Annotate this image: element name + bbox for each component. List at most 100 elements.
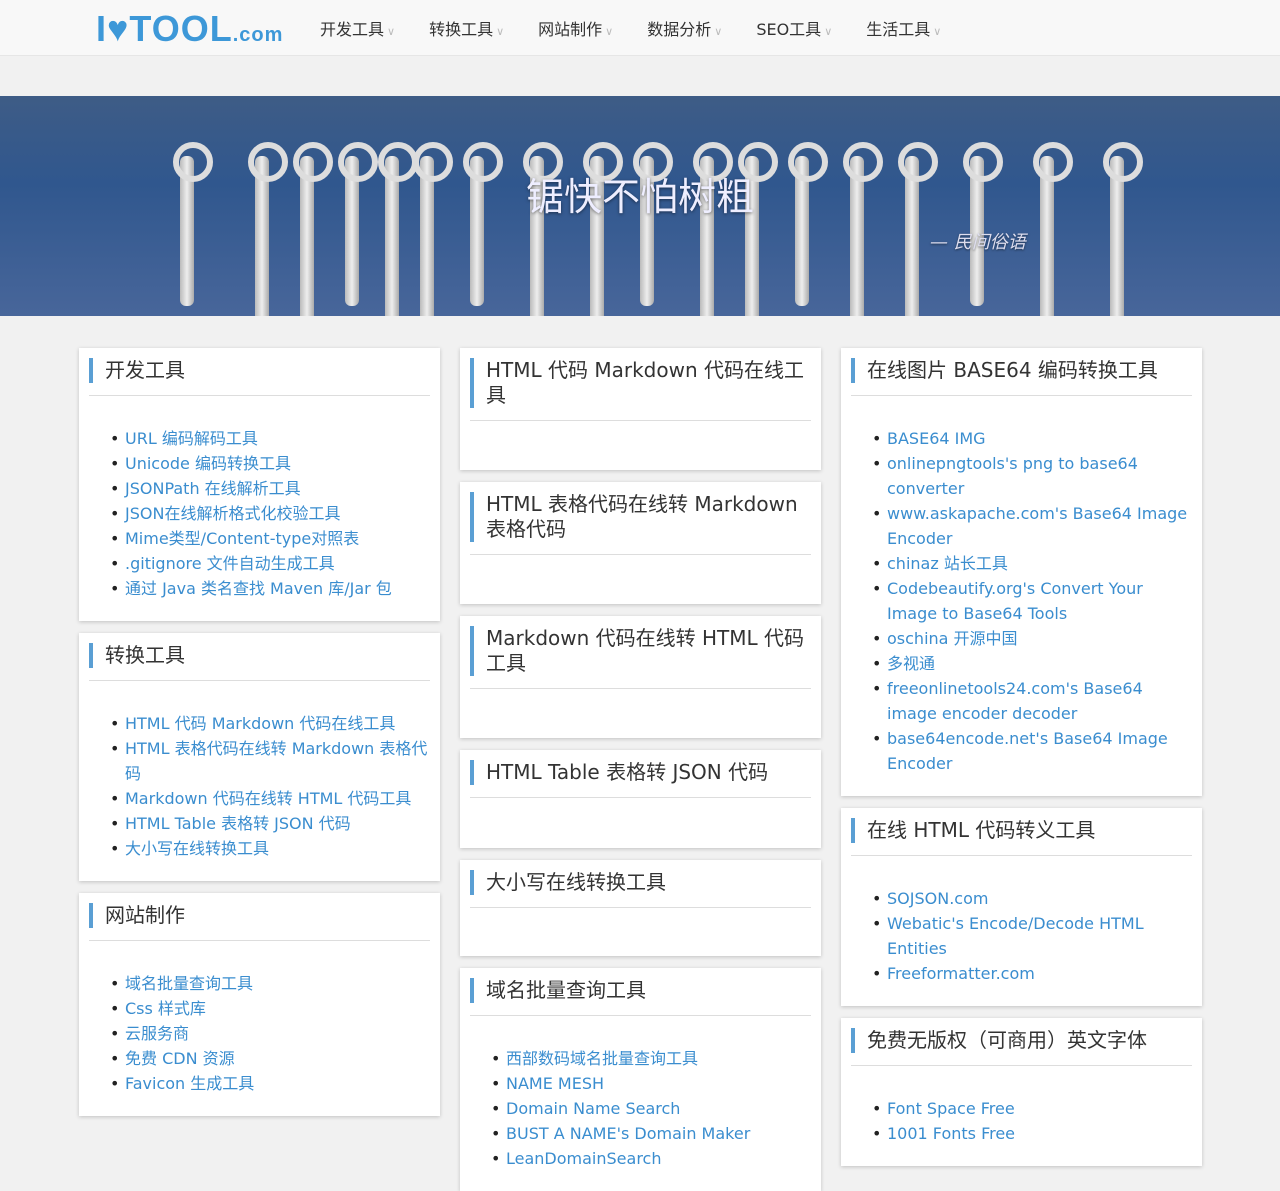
tool-link[interactable]: HTML 表格代码在线转 Markdown 表格代码 [110, 736, 430, 786]
card-title: 在线 HTML 代码转义工具 [851, 818, 1192, 843]
nav-item[interactable]: 生活工具 ∨ [866, 16, 941, 40]
tool-link[interactable]: Css 样式库 [110, 996, 430, 1021]
chevron-down-icon: ∨ [714, 25, 723, 38]
tool-link[interactable]: 1001 Fonts Free [872, 1121, 1192, 1146]
tool-link[interactable]: 通过 Java 类名查找 Maven 库/Jar 包 [110, 576, 430, 601]
tool-link[interactable]: oschina 开源中国 [872, 626, 1192, 651]
card-title: 大小写在线转换工具 [470, 870, 811, 895]
divider [89, 940, 430, 941]
top-header: I♥TOOL.com 开发工具 ∨ 转换工具 ∨ 网站制作 ∨ 数据分析 ∨ SEO工具 ∨ 生活工… [0, 0, 1280, 56]
divider [470, 554, 811, 555]
card-title: HTML 代码 Markdown 代码在线工具 [470, 358, 811, 408]
tool-link[interactable]: 云服务商 [110, 1021, 430, 1046]
tool-link[interactable]: HTML Table 表格转 JSON 代码 [110, 811, 430, 836]
column: 在线图片 BASE64 编码转换工具 BASE64 IMGonlinepngtoo… [841, 348, 1202, 1191]
tool-link[interactable]: Markdown 代码在线转 HTML 代码工具 [110, 786, 430, 811]
divider [851, 855, 1192, 856]
tool-card: 转换工具 HTML 代码 Markdown 代码在线工具HTML 表格代码在线转 … [79, 633, 440, 881]
tool-card: 免费无版权（可商用）英文字体 Font Space Free1001 Fonts … [841, 1018, 1202, 1166]
site-logo[interactable]: I♥TOOL.com [96, 8, 283, 50]
tool-link[interactable]: chinaz 站长工具 [872, 551, 1192, 576]
link-list: HTML 代码 Markdown 代码在线工具HTML 表格代码在线转 Mark… [89, 711, 430, 861]
tool-card: 在线 HTML 代码转义工具 SOJSON.comWebatic's Encode… [841, 808, 1202, 1006]
nav-label: 网站制作 [538, 20, 603, 39]
divider [470, 1015, 811, 1016]
link-list: 域名批量查询工具Css 样式库云服务商免费 CDN 资源Favicon 生成工具 [89, 971, 430, 1096]
banner-quote: 锯快不怕树粗 [525, 175, 754, 219]
tool-link[interactable]: Codebeautify.org's Convert Your Image to… [872, 576, 1192, 626]
divider [470, 797, 811, 798]
tool-link[interactable]: Domain Name Search [491, 1096, 811, 1121]
tool-link[interactable]: 大小写在线转换工具 [110, 836, 430, 861]
tool-card: 域名批量查询工具西部数码域名批量查询工具NAME MESHDomain Name… [460, 968, 821, 1191]
chevron-down-icon: ∨ [933, 25, 942, 38]
card-title: HTML Table 表格转 JSON 代码 [470, 760, 811, 785]
tool-link[interactable]: BUST A NAME's Domain Maker [491, 1121, 811, 1146]
link-list: Font Space Free1001 Fonts Free [851, 1096, 1192, 1146]
tool-columns: 开发工具 URL 编码解码工具Unicode 编码转换工具JSONPath 在线解… [79, 348, 1202, 1191]
tool-link[interactable]: HTML 代码 Markdown 代码在线工具 [110, 711, 430, 736]
link-list: SOJSON.comWebatic's Encode/Decode HTML E… [851, 886, 1192, 986]
tool-link[interactable]: Webatic's Encode/Decode HTML Entities [872, 911, 1192, 961]
divider [89, 680, 430, 681]
nav-label: SEO工具 [756, 20, 822, 39]
tool-link[interactable]: freeonlinetools24.com's Base64 image enc… [872, 676, 1192, 726]
tool-link[interactable]: www.askapache.com's Base64 Image Encoder [872, 501, 1192, 551]
card-title: 在线图片 BASE64 编码转换工具 [851, 358, 1192, 383]
tool-card: HTML Table 表格转 JSON 代码 [460, 750, 821, 848]
nav-label: 生活工具 [866, 20, 931, 39]
nav-item[interactable]: SEO工具 ∨ [756, 16, 832, 40]
tool-link[interactable]: 多视通 [872, 651, 1192, 676]
tool-card: 在线图片 BASE64 编码转换工具 BASE64 IMGonlinepngtoo… [841, 348, 1202, 796]
card-title: 网站制作 [89, 903, 430, 928]
tool-link[interactable]: BASE64 IMG [872, 426, 1192, 451]
tool-link[interactable]: Favicon 生成工具 [110, 1071, 430, 1096]
tool-link[interactable]: onlinepngtools's png to base64 converter [872, 451, 1192, 501]
tool-link[interactable]: Mime类型/Content-type对照表 [110, 526, 430, 551]
tool-card: HTML 代码 Markdown 代码在线工具 [460, 348, 821, 470]
nav-item[interactable]: 转换工具 ∨ [429, 16, 504, 40]
tool-link[interactable]: 免费 CDN 资源 [110, 1046, 430, 1071]
nav-item[interactable]: 开发工具 ∨ [320, 16, 395, 40]
nav-label: 数据分析 [647, 20, 712, 39]
tool-link[interactable]: Font Space Free [872, 1096, 1192, 1121]
nav-item[interactable]: 网站制作 ∨ [538, 16, 613, 40]
card-title: HTML 表格代码在线转 Markdown 表格代码 [470, 492, 811, 542]
tool-link[interactable]: 西部数码域名批量查询工具 [491, 1046, 811, 1071]
tool-link[interactable]: URL 编码解码工具 [110, 426, 430, 451]
tool-link[interactable]: Unicode 编码转换工具 [110, 451, 430, 476]
tool-link[interactable]: JSON在线解析格式化校验工具 [110, 501, 430, 526]
tool-link[interactable]: .gitignore 文件自动生成工具 [110, 551, 430, 576]
card-title: 免费无版权（可商用）英文字体 [851, 1028, 1192, 1053]
link-list: URL 编码解码工具Unicode 编码转换工具JSONPath 在线解析工具J… [89, 426, 430, 601]
tool-link[interactable]: NAME MESH [491, 1071, 811, 1096]
tool-link[interactable]: 域名批量查询工具 [110, 971, 430, 996]
tool-link[interactable]: LeanDomainSearch [491, 1146, 811, 1171]
chevron-down-icon: ∨ [496, 25, 505, 38]
column: HTML 代码 Markdown 代码在线工具 HTML 表格代码在线转 Mark… [460, 348, 821, 1191]
nav-item[interactable]: 数据分析 ∨ [647, 16, 722, 40]
card-title: 转换工具 [89, 643, 430, 668]
tool-link[interactable]: Freeformatter.com [872, 961, 1192, 986]
tool-link[interactable]: JSONPath 在线解析工具 [110, 476, 430, 501]
card-title: Markdown 代码在线转 HTML 代码工具 [470, 626, 811, 676]
chevron-down-icon: ∨ [824, 25, 833, 38]
divider [470, 688, 811, 689]
link-list: BASE64 IMGonlinepngtools's png to base64… [851, 426, 1192, 776]
logo-text: I♥TOOL [96, 8, 233, 49]
banner-quote-source: — 民间俗语 [930, 232, 1026, 253]
card-title: 域名批量查询工具 [470, 978, 811, 1003]
tool-card: HTML 表格代码在线转 Markdown 表格代码 [460, 482, 821, 604]
tool-link[interactable]: SOJSON.com [872, 886, 1192, 911]
hero-banner: 锯快不怕树粗 — 民间俗语 [0, 96, 1280, 316]
divider [470, 420, 811, 421]
main-nav: 开发工具 ∨ 转换工具 ∨ 网站制作 ∨ 数据分析 ∨ SEO工具 ∨ 生活工具 ∨ [320, 0, 975, 56]
nav-label: 转换工具 [429, 20, 494, 39]
divider [470, 907, 811, 908]
divider [851, 1065, 1192, 1066]
link-list: 西部数码域名批量查询工具NAME MESHDomain Name SearchB… [470, 1046, 811, 1171]
tool-card: 大小写在线转换工具 [460, 860, 821, 956]
divider [89, 395, 430, 396]
tool-card: Markdown 代码在线转 HTML 代码工具 [460, 616, 821, 738]
tool-link[interactable]: base64encode.net's Base64 Image Encoder [872, 726, 1192, 776]
